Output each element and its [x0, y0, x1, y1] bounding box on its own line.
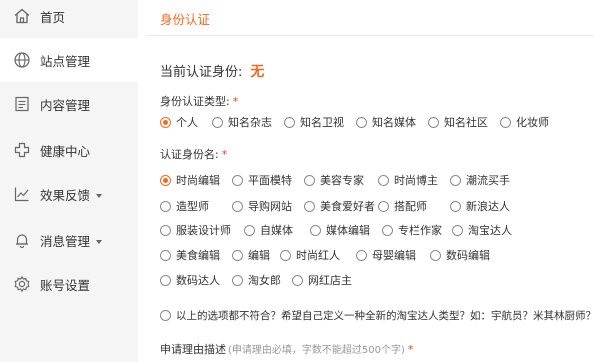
required-mark: *: [221, 148, 228, 161]
radio-circle[interactable]: [244, 224, 255, 236]
radio-coordinator[interactable]: 搭配师: [378, 198, 427, 214]
radio-circle[interactable]: [232, 200, 243, 212]
identity-type-label: 身份认证类型: *: [160, 95, 239, 108]
radio-foodie[interactable]: 美食爱好者: [304, 198, 375, 214]
radio-columnist[interactable]: 专栏作家: [382, 222, 442, 238]
radio-custom-type[interactable]: 以上的选项都不符合？希望自己定义一种全新的淘宝达人类型？如：宇航员？米其林厨师？: [160, 308, 594, 323]
sidebar-item-feedback[interactable]: 效果反馈: [0, 172, 138, 216]
radio-circle[interactable]: [232, 274, 243, 286]
radio-famous-media[interactable]: 知名媒体: [356, 114, 416, 130]
radio-editor[interactable]: 编辑: [232, 247, 270, 263]
radio-circle[interactable]: [292, 274, 303, 286]
globe-icon: [12, 50, 32, 70]
radio-food-editor[interactable]: 美食编辑: [160, 247, 220, 263]
radio-print-model[interactable]: 平面模特: [232, 172, 292, 188]
radio-circle[interactable]: [160, 224, 171, 236]
radio-taobao-expert[interactable]: 淘宝达人: [452, 222, 512, 238]
radio-taobao-model[interactable]: 淘女郎: [232, 272, 281, 288]
radio-circle[interactable]: [450, 200, 461, 212]
radio-circle[interactable]: [382, 224, 393, 236]
radio-fashion-designer[interactable]: 服装设计师: [160, 222, 231, 238]
radio-circle[interactable]: [232, 249, 243, 261]
radio-fashion-influencer[interactable]: 时尚红人: [280, 247, 340, 263]
radio-circle[interactable]: [356, 116, 367, 128]
radio-parenting-editor[interactable]: 母婴编辑: [356, 247, 416, 263]
radio-trend-buyer[interactable]: 潮流买手: [450, 172, 510, 188]
radio-circle[interactable]: [160, 310, 171, 321]
sidebar-item-label: 消息管理: [40, 231, 103, 250]
radio-circle[interactable]: [212, 116, 223, 128]
sidebar-item-label: 内容管理: [40, 97, 91, 113]
radio-media-editor[interactable]: 媒体编辑: [310, 222, 370, 238]
caret-down-icon: [96, 194, 103, 198]
sidebar-item-label: 效果反馈: [40, 185, 103, 204]
sidebar-item-messages[interactable]: 消息管理: [0, 218, 138, 262]
radio-circle-selected[interactable]: [160, 116, 171, 128]
page-title: 身份认证: [160, 12, 211, 27]
sidebar-item-home[interactable]: 首页: [0, 0, 138, 38]
gear-icon: [12, 274, 32, 294]
radio-circle[interactable]: [160, 200, 171, 212]
radio-beauty-expert[interactable]: 美容专家: [304, 172, 364, 188]
current-identity-label: 当前认证身份:: [160, 65, 243, 80]
radio-sina-expert[interactable]: 新浪达人: [450, 198, 510, 214]
radio-circle[interactable]: [160, 274, 171, 286]
radio-circle[interactable]: [356, 249, 367, 261]
radio-digital-expert[interactable]: 数码达人: [160, 272, 220, 288]
radio-famous-magazine[interactable]: 知名杂志: [212, 114, 272, 130]
radio-circle[interactable]: [430, 249, 441, 261]
radio-fashion-editor[interactable]: 时尚编辑: [160, 172, 220, 188]
radio-circle[interactable]: [450, 174, 461, 186]
radio-circle[interactable]: [428, 116, 439, 128]
sidebar-item-label: 账号设置: [40, 277, 91, 293]
radio-circle[interactable]: [284, 116, 295, 128]
radio-digital-editor[interactable]: 数码编辑: [430, 247, 490, 263]
required-mark: *: [232, 95, 239, 108]
sidebar-item-content-management[interactable]: 内容管理: [0, 82, 138, 126]
document-icon: [12, 94, 32, 114]
health-cross-icon: [12, 140, 32, 160]
bell-icon: [12, 230, 32, 250]
radio-influencer-shop-owner[interactable]: 网红店主: [292, 272, 352, 288]
current-identity-value: 无: [250, 64, 265, 80]
radio-circle[interactable]: [280, 249, 291, 261]
radio-circle[interactable]: [452, 224, 463, 236]
radio-circle[interactable]: [310, 224, 321, 236]
radio-circle[interactable]: [160, 249, 171, 261]
sidebar-item-label: 站点管理: [40, 53, 91, 69]
radio-circle-selected[interactable]: [160, 174, 171, 186]
divider: [146, 35, 594, 36]
radio-circle[interactable]: [304, 200, 315, 212]
radio-self-media[interactable]: 自媒体: [244, 222, 293, 238]
radio-famous-community[interactable]: 知名社区: [428, 114, 488, 130]
main-panel: 身份认证 当前认证身份: 无 身份认证类型: * 个人 知名杂志 知名卫视 知名媒体…: [138, 0, 594, 362]
sidebar: 首页 站点管理 内容管理 健康中心 效果反馈 消息管理 账号设置: [0, 0, 138, 362]
reason-label: 申请理由描述 (申请理由必填，字数不能超过500个字) *: [160, 343, 414, 356]
home-icon: [12, 6, 32, 26]
radio-fashion-blogger[interactable]: 时尚博主: [378, 172, 438, 188]
radio-circle[interactable]: [304, 174, 315, 186]
sidebar-item-label: 健康中心: [40, 143, 91, 159]
line-chart-icon: [12, 184, 32, 204]
radio-famous-tv[interactable]: 知名卫视: [284, 114, 344, 130]
radio-circle[interactable]: [500, 116, 511, 128]
radio-circle[interactable]: [232, 174, 243, 186]
radio-circle[interactable]: [378, 174, 389, 186]
caret-down-icon: [96, 240, 103, 244]
sidebar-item-site-management[interactable]: 站点管理: [0, 38, 138, 82]
required-mark: *: [407, 343, 414, 356]
radio-circle[interactable]: [378, 200, 389, 212]
current-identity: 当前认证身份: 无: [160, 61, 264, 81]
identity-name-label: 认证身份名: *: [160, 148, 228, 161]
sidebar-item-health-center[interactable]: 健康中心: [0, 128, 138, 172]
reason-hint: (申请理由必填，字数不能超过500个字): [228, 345, 405, 356]
sidebar-item-account-settings[interactable]: 账号设置: [0, 262, 138, 306]
sidebar-item-label: 首页: [40, 9, 66, 25]
radio-shopping-guide-site[interactable]: 导购网站: [232, 198, 292, 214]
radio-stylist[interactable]: 造型师: [160, 198, 209, 214]
radio-makeup-artist[interactable]: 化妆师: [500, 114, 549, 130]
radio-individual[interactable]: 个人: [160, 114, 198, 130]
